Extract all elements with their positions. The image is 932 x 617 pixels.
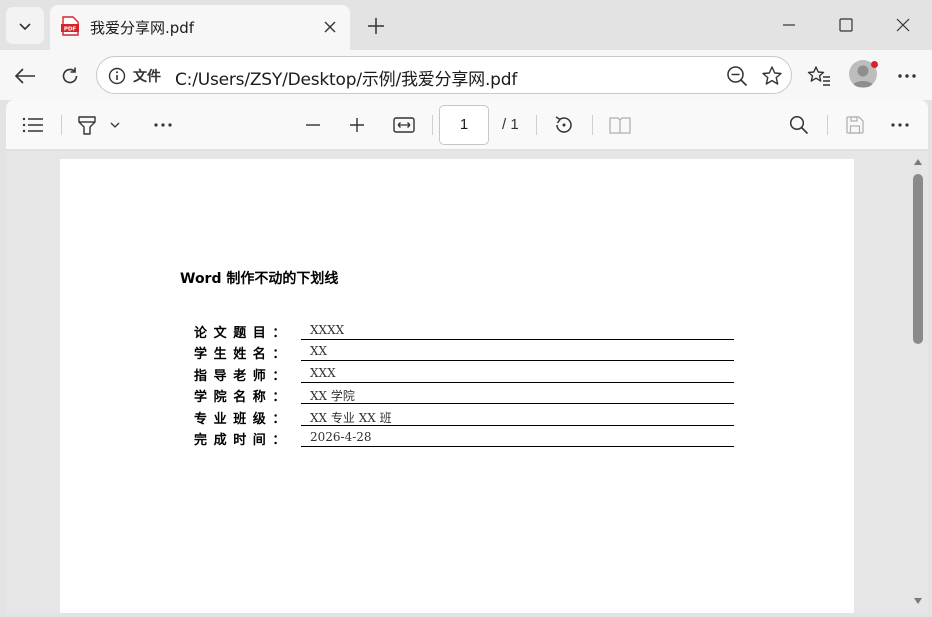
underline-field: XX [301,341,734,361]
page-number-input[interactable]: 1 [439,105,489,145]
favorite-star-button[interactable] [761,65,783,87]
form-value: XX [310,344,328,358]
window-close-button[interactable] [888,10,918,40]
close-icon [324,21,336,33]
star-icon [762,66,782,85]
search-icon [789,115,809,135]
form-row-completion-date: 完成时间： 2026-4-28 [194,427,734,448]
chevron-down-icon [110,122,120,128]
back-button[interactable] [9,60,41,92]
url-text[interactable]: C:/Users/ZSY/Desktop/示例/我爱分享网.pdf [175,65,517,90]
fit-width-icon [393,117,415,133]
underline-field: XX 学院 [301,384,734,404]
toolbar-separator [592,115,593,135]
toolbar-separator [827,115,828,135]
pdf-file-icon: PDF [61,16,79,36]
form-label: 学院名称： [194,390,293,405]
favorites-button[interactable] [803,60,835,92]
more-tools-button[interactable] [150,112,176,138]
scroll-up-arrow-icon[interactable] [914,159,922,165]
save-button[interactable] [842,112,868,138]
form-row-major-class: 专业班级： XX 专业 XX 班 [194,406,734,427]
favorites-list-icon [807,66,830,86]
refresh-button[interactable] [54,60,86,92]
form-row-student-name: 学生姓名： XX [194,341,734,362]
toolbar-separator [536,115,537,135]
tab-title: 我爱分享网.pdf [90,19,195,37]
page-count-label: / 1 [502,116,519,133]
tab-close-button[interactable] [320,17,340,37]
underline-field: XXXX [301,320,734,340]
form-value: XX 专业 XX 班 [310,411,392,425]
pdf-viewport[interactable]: Word 制作不动的下划线 论文题目： XXXX 学生姓名： XX 指导老师： … [6,151,928,613]
table-of-contents-button[interactable] [20,112,46,138]
two-page-view-icon [609,117,631,134]
pdf-toolbar: 1 / 1 [6,100,928,150]
maximize-icon [839,18,853,32]
zoom-in-button[interactable] [344,112,370,138]
form-label: 学生姓名： [194,347,293,362]
refresh-icon [62,67,78,84]
rotate-button[interactable] [551,112,577,138]
fit-to-width-button[interactable] [391,112,417,138]
form-row-college: 学院名称： XX 学院 [194,384,734,405]
pdf-page: Word 制作不动的下划线 论文题目： XXXX 学生姓名： XX 指导老师： … [60,159,854,613]
more-horizontal-icon [891,123,909,127]
save-icon [846,116,864,134]
pdf-more-options-button[interactable] [887,112,913,138]
form-label: 指导老师： [194,369,293,384]
form-label: 专业班级： [194,412,293,427]
window-bottom-edge [6,613,928,617]
minimize-icon [783,24,795,26]
file-scheme-label: 文件 [133,69,161,85]
site-info-icon[interactable] [107,66,127,86]
minimize-button[interactable] [774,10,804,40]
form-value: XXXX [310,323,345,337]
plus-icon [368,18,384,34]
find-button[interactable] [786,112,812,138]
underline-field: XX 专业 XX 班 [301,406,734,426]
form-value: XXX [310,366,336,380]
zoom-out-icon [727,66,748,87]
more-horizontal-icon [154,123,172,127]
scroll-down-arrow-icon[interactable] [914,598,922,604]
profile-notification-badge [871,61,878,68]
page-view-button[interactable] [607,112,633,138]
zoom-out-button[interactable] [726,65,748,87]
highlighter-icon [78,116,96,135]
toolbar-separator [61,115,62,135]
form-label: 论文题目： [194,326,293,341]
form-value: 2026-4-28 [310,430,372,444]
contents-list-icon [22,117,43,133]
form-row-advisor: 指导老师： XXX [194,363,734,384]
tab-strip: PDF 我爱分享网.pdf [0,0,932,50]
back-arrow-icon [14,68,35,84]
minus-icon [306,124,320,126]
rotate-icon [555,116,572,133]
form-value: XX 学院 [310,389,355,403]
address-bar[interactable]: 文件 C:/Users/ZSY/Desktop/示例/我爱分享网.pdf [96,56,792,94]
tab-actions-menu-button[interactable] [6,7,44,44]
toolbar-separator [432,115,433,135]
pdf-favicon-label: PDF [64,27,77,33]
active-tab[interactable]: PDF 我爱分享网.pdf [50,5,350,50]
plus-icon [350,118,364,132]
new-tab-button[interactable] [362,12,390,40]
document-title: Word 制作不动的下划线 [180,271,339,287]
underline-field: XXX [301,363,734,383]
more-horizontal-icon [898,74,916,78]
underline-field: 2026-4-28 [301,427,734,447]
form-label: 完成时间： [194,433,293,448]
chevron-down-icon [19,22,31,30]
settings-and-more-button[interactable] [891,60,923,92]
highlight-options-dropdown[interactable] [107,112,123,138]
scrollbar-thumb[interactable] [913,174,923,344]
close-icon [896,18,910,32]
navigation-bar: 文件 C:/Users/ZSY/Desktop/示例/我爱分享网.pdf [0,50,932,100]
maximize-button[interactable] [831,10,861,40]
form-row-thesis-title: 论文题目： XXXX [194,320,734,341]
highlight-button[interactable] [74,112,100,138]
zoom-out-button[interactable] [300,112,326,138]
